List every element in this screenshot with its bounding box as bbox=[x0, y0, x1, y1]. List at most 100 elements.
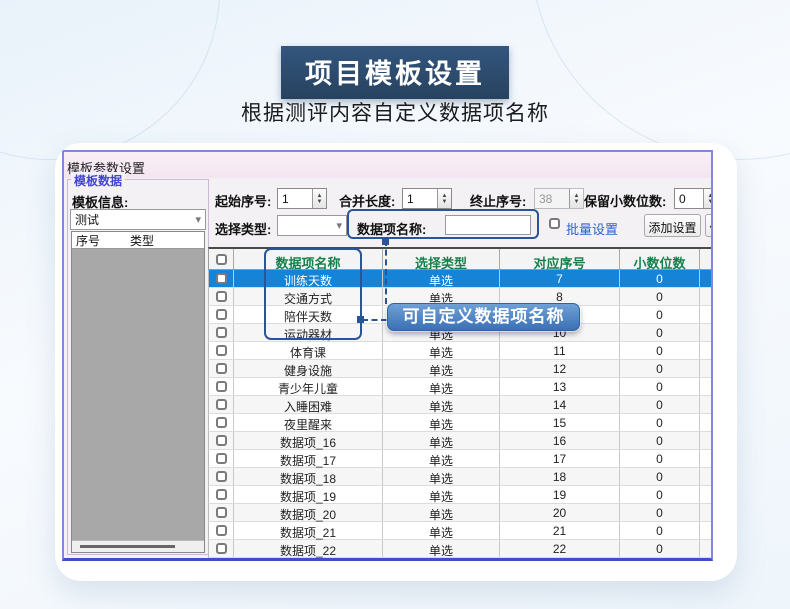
table-cell: 0 bbox=[620, 378, 700, 395]
table-cell: 单选 bbox=[383, 432, 500, 449]
row-checkbox-cell bbox=[209, 324, 234, 341]
table-row[interactable]: 数据项_21单选210 bbox=[208, 522, 713, 540]
start-seq-label: 起始序号: bbox=[215, 191, 271, 210]
col-header-item-name[interactable]: 数据项名称 bbox=[234, 249, 383, 269]
table-cell: 22 bbox=[500, 540, 620, 557]
select-all-checkbox[interactable] bbox=[216, 254, 227, 265]
chevron-down-icon: ▾ bbox=[195, 213, 201, 226]
table-cell bbox=[700, 558, 713, 561]
table-cell: 21 bbox=[500, 522, 620, 539]
page-title: 项目模板设置 bbox=[281, 46, 509, 99]
template-item-list[interactable]: 序号 类型 bbox=[71, 231, 205, 553]
row-checkbox[interactable] bbox=[216, 399, 227, 410]
row-checkbox[interactable] bbox=[216, 309, 227, 320]
start-seq-input[interactable]: 1 ▲▼ bbox=[277, 188, 327, 209]
table-row[interactable]: 训练天数单选70 bbox=[208, 270, 713, 288]
row-checkbox[interactable] bbox=[216, 525, 227, 536]
merge-len-input[interactable]: 1 ▲▼ bbox=[402, 188, 452, 209]
table-cell: 0 bbox=[620, 342, 700, 359]
table-row[interactable]: 青少年儿童单选130 bbox=[208, 378, 713, 396]
col-header-seq[interactable]: 对应序号 bbox=[500, 249, 620, 269]
item-name-label: 数据项名称: bbox=[357, 219, 426, 238]
table-row[interactable]: 数据项_17单选170 bbox=[208, 450, 713, 468]
col-header-select-type[interactable]: 选择类型 bbox=[383, 249, 500, 269]
group-label: 模板数据 bbox=[71, 172, 125, 189]
row-checkbox[interactable] bbox=[216, 507, 227, 518]
horizontal-scrollbar[interactable] bbox=[72, 540, 204, 552]
row-checkbox-cell bbox=[209, 306, 234, 323]
table-cell: 单选 bbox=[383, 468, 500, 485]
table-cell: 青少年儿童 bbox=[234, 378, 383, 395]
table-cell: 单选 bbox=[383, 396, 500, 413]
table-cell: 单选 bbox=[383, 378, 500, 395]
row-checkbox-cell bbox=[209, 504, 234, 521]
table-header-row: 数据项名称 选择类型 对应序号 小数位数 bbox=[208, 247, 713, 270]
row-checkbox[interactable] bbox=[216, 417, 227, 428]
list-header: 序号 类型 bbox=[72, 232, 204, 249]
table-row[interactable]: 健身设施单选120 bbox=[208, 360, 713, 378]
table-row[interactable]: 数据项_23单选230 bbox=[208, 558, 713, 561]
table-row[interactable]: 数据项_22单选220 bbox=[208, 540, 713, 558]
table-row[interactable]: 数据项_18单选180 bbox=[208, 468, 713, 486]
list-body bbox=[72, 249, 204, 540]
decimal-value: 0 bbox=[675, 189, 703, 208]
row-checkbox[interactable] bbox=[216, 381, 227, 392]
row-checkbox[interactable] bbox=[216, 543, 227, 554]
table-cell: 16 bbox=[500, 432, 620, 449]
end-seq-value: 38 bbox=[535, 189, 569, 208]
row-checkbox-cell bbox=[209, 342, 234, 359]
table-cell: 11 bbox=[500, 342, 620, 359]
template-select[interactable]: 测试 ▾ bbox=[70, 209, 206, 230]
screenshot-card: 模板参数设置 模板数据 模板信息: 测试 ▾ 序号 类型 bbox=[55, 143, 737, 581]
row-checkbox[interactable] bbox=[216, 291, 227, 302]
row-checkbox[interactable] bbox=[216, 489, 227, 500]
table-cell: 0 bbox=[620, 306, 700, 323]
table-cell bbox=[700, 540, 713, 557]
row-checkbox[interactable] bbox=[216, 453, 227, 464]
merge-len-value: 1 bbox=[403, 189, 437, 208]
table-cell: 18 bbox=[500, 468, 620, 485]
table-cell: 数据项_23 bbox=[234, 558, 383, 561]
row-checkbox-cell bbox=[209, 450, 234, 467]
item-name-input[interactable] bbox=[445, 215, 531, 235]
table-cell: 0 bbox=[620, 414, 700, 431]
table-row[interactable]: 夜里醒来单选150 bbox=[208, 414, 713, 432]
row-checkbox-cell bbox=[209, 270, 234, 287]
batch-checkbox[interactable] bbox=[549, 218, 560, 229]
list-col-seq: 序号 bbox=[72, 232, 130, 248]
add-settings-button[interactable]: 添加设置 bbox=[644, 214, 701, 237]
table-cell: 交通方式 bbox=[234, 288, 383, 305]
table-row[interactable]: 数据项_20单选200 bbox=[208, 504, 713, 522]
table-cell: 数据项_18 bbox=[234, 468, 383, 485]
table-cell bbox=[700, 468, 713, 485]
spinner-buttons[interactable]: ▲▼ bbox=[437, 189, 451, 208]
table-cell: 单选 bbox=[383, 270, 500, 287]
select-type-dropdown[interactable]: ▾ bbox=[277, 215, 347, 236]
table-cell: 0 bbox=[620, 360, 700, 377]
table-row[interactable]: 数据项_19单选190 bbox=[208, 486, 713, 504]
row-checkbox[interactable] bbox=[216, 273, 227, 284]
table-row[interactable]: 体育课单选110 bbox=[208, 342, 713, 360]
table-cell: 15 bbox=[500, 414, 620, 431]
row-checkbox-cell bbox=[209, 468, 234, 485]
table-cell: 0 bbox=[620, 558, 700, 561]
annotation-connector-dot bbox=[382, 238, 389, 245]
col-header-decimals[interactable]: 小数位数 bbox=[620, 249, 700, 269]
row-checkbox[interactable] bbox=[216, 471, 227, 482]
row-checkbox[interactable] bbox=[216, 363, 227, 374]
decimal-input[interactable]: 0 ▲▼ bbox=[674, 188, 713, 209]
spinner-buttons[interactable]: ▲▼ bbox=[703, 189, 713, 208]
table-row[interactable]: 数据项_16单选160 bbox=[208, 432, 713, 450]
row-checkbox[interactable] bbox=[216, 327, 227, 338]
table-cell: 陪伴天数 bbox=[234, 306, 383, 323]
row-checkbox[interactable] bbox=[216, 345, 227, 356]
merge-len-label: 合并长度: bbox=[339, 191, 395, 210]
end-seq-label: 终止序号: bbox=[470, 191, 526, 210]
scrollbar-thumb[interactable] bbox=[80, 545, 175, 548]
row-checkbox[interactable] bbox=[216, 435, 227, 446]
table-row[interactable]: 入睡困难单选140 bbox=[208, 396, 713, 414]
table-cell bbox=[700, 270, 713, 287]
spinner-buttons[interactable]: ▲▼ bbox=[312, 189, 326, 208]
modify-settings-button[interactable]: 修改设置 bbox=[705, 214, 713, 237]
table-cell: 19 bbox=[500, 486, 620, 503]
